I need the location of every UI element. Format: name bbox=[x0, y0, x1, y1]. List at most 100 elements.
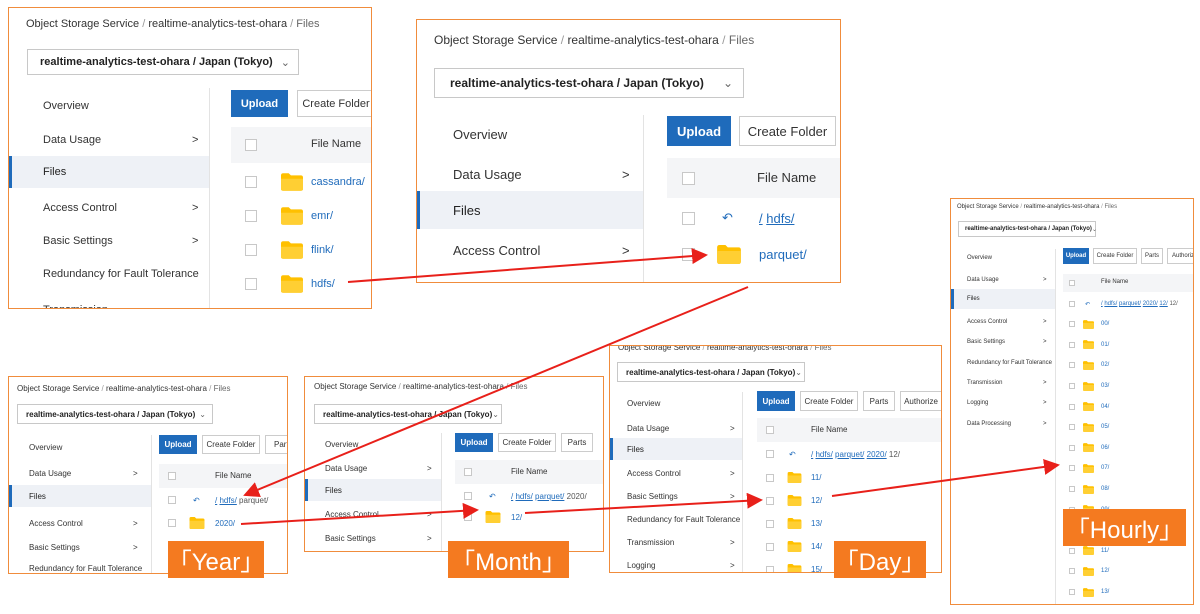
select-all-checkbox[interactable] bbox=[168, 472, 176, 480]
path-segment-link[interactable]: hdfs/ bbox=[219, 496, 236, 505]
region-selector[interactable]: realtime-analytics-test-ohara / Japan (T… bbox=[958, 221, 1097, 237]
folder-link[interactable]: 13/ bbox=[811, 519, 822, 528]
back-icon[interactable]: ↶ bbox=[489, 492, 496, 501]
row-checkbox[interactable] bbox=[1069, 383, 1075, 390]
row-checkbox[interactable] bbox=[682, 247, 695, 261]
upload-button[interactable]: Upload bbox=[1063, 248, 1089, 264]
path-segment-link[interactable]: 2020/ bbox=[867, 450, 887, 459]
sidebar-item-data-processing[interactable]: Data Processing > bbox=[951, 415, 1055, 433]
folder-link[interactable]: hdfs/ bbox=[311, 278, 335, 290]
sidebar-item-basic-settings[interactable]: Basic Settings > bbox=[610, 485, 742, 507]
parts-button[interactable]: Parts bbox=[561, 433, 593, 452]
path-segment-link[interactable]: parquet/ bbox=[1119, 301, 1141, 307]
sidebar-item-files[interactable]: Files bbox=[610, 438, 742, 460]
region-selector[interactable]: realtime-analytics-test-ohara / Japan (T… bbox=[17, 404, 213, 424]
folder-link[interactable]: 13/ bbox=[1101, 589, 1109, 595]
row-checkbox[interactable] bbox=[245, 176, 257, 188]
path-segment-link[interactable]: parquet/ bbox=[535, 492, 564, 501]
row-checkbox[interactable] bbox=[1069, 424, 1075, 431]
sidebar-item-data-usage[interactable]: Data Usage > bbox=[417, 155, 643, 193]
path-segment-link[interactable]: parquet/ bbox=[835, 450, 864, 459]
folder-link[interactable]: 12/ bbox=[511, 513, 522, 522]
row-checkbox[interactable] bbox=[245, 278, 257, 290]
folder-link[interactable]: 01/ bbox=[1101, 342, 1109, 348]
path-segment-link[interactable]: / bbox=[215, 496, 217, 505]
sidebar-item-files[interactable]: Files bbox=[9, 485, 151, 507]
back-icon[interactable]: ↶ bbox=[193, 496, 200, 505]
sidebar-item-transmission[interactable]: Transmission > bbox=[951, 374, 1055, 392]
sidebar-item-overview[interactable]: Overview bbox=[951, 249, 1055, 267]
folder-link[interactable]: 02/ bbox=[1101, 362, 1109, 368]
select-all-checkbox[interactable] bbox=[1069, 280, 1075, 286]
breadcrumb-service[interactable]: Object Storage Service bbox=[17, 384, 99, 393]
path-segment-link[interactable]: / bbox=[511, 492, 513, 501]
sidebar-item-access-control[interactable]: Access Control > bbox=[9, 511, 151, 535]
path-segment-link[interactable]: hdfs/ bbox=[1104, 301, 1117, 307]
row-checkbox[interactable] bbox=[1069, 301, 1075, 307]
back-icon[interactable]: ↶ bbox=[722, 210, 733, 226]
sidebar-item-overview[interactable]: Overview bbox=[9, 88, 209, 124]
row-checkbox[interactable] bbox=[766, 496, 774, 505]
authorize-button[interactable]: Authorize bbox=[1167, 248, 1193, 264]
authorize-button[interactable]: Authorize bbox=[900, 391, 941, 411]
sidebar-item-files[interactable]: Files bbox=[9, 156, 209, 188]
create-folder-button[interactable]: Create Folder bbox=[297, 90, 371, 117]
sidebar-item-files[interactable]: Files bbox=[951, 289, 1055, 309]
sidebar-item-basic-settings[interactable]: Basic Settings > bbox=[305, 527, 441, 549]
folder-link[interactable]: 04/ bbox=[1101, 404, 1109, 410]
upload-button[interactable]: Upload bbox=[757, 391, 795, 411]
sidebar-item-redundancy[interactable]: Redundancy for Fault Tolerance bbox=[951, 354, 1055, 372]
upload-button[interactable]: Upload bbox=[159, 435, 197, 454]
row-checkbox[interactable] bbox=[1069, 362, 1075, 369]
row-checkbox[interactable] bbox=[766, 519, 774, 528]
sidebar-item-data-usage[interactable]: Data Usage > bbox=[610, 417, 742, 439]
row-checkbox[interactable] bbox=[766, 565, 774, 572]
sidebar-item-redundancy[interactable]: Redundancy for Fault Tolerance bbox=[9, 559, 151, 573]
row-checkbox[interactable] bbox=[1069, 568, 1075, 575]
path-segment-link[interactable]: hdfs/ bbox=[815, 450, 832, 459]
folder-link[interactable]: 05/ bbox=[1101, 424, 1109, 430]
path-segment-link[interactable]: 12/ bbox=[1159, 301, 1167, 307]
folder-link[interactable]: 14/ bbox=[811, 542, 822, 551]
row-checkbox[interactable] bbox=[1069, 321, 1075, 328]
row-checkbox[interactable] bbox=[682, 211, 695, 225]
sidebar-item-overview[interactable]: Overview bbox=[610, 392, 742, 414]
breadcrumb-bucket[interactable]: realtime-analytics-test-ohara bbox=[106, 384, 207, 393]
breadcrumb-bucket[interactable]: realtime-analytics-test-ohara bbox=[403, 382, 504, 391]
breadcrumb-bucket[interactable]: realtime-analytics-test-ohara bbox=[1024, 204, 1100, 210]
path-segment-link[interactable]: / bbox=[1101, 301, 1103, 307]
folder-link[interactable]: flink/ bbox=[311, 244, 334, 256]
sidebar-item-redundancy[interactable]: Redundancy for Fault Tolerance bbox=[610, 508, 742, 530]
back-icon[interactable]: ↶ bbox=[1085, 301, 1090, 308]
region-selector[interactable]: realtime-analytics-test-ohara / Japan (T… bbox=[434, 68, 744, 98]
breadcrumb-service[interactable]: Object Storage Service bbox=[957, 204, 1019, 210]
row-checkbox[interactable] bbox=[464, 492, 472, 500]
folder-link[interactable]: parquet/ bbox=[759, 247, 807, 262]
folder-link[interactable]: 12/ bbox=[811, 496, 822, 505]
sidebar-item-basic-settings[interactable]: Basic Settings > bbox=[9, 535, 151, 559]
sidebar-item-data-usage[interactable]: Data Usage > bbox=[9, 461, 151, 485]
sidebar-item-logging[interactable]: Logging > bbox=[951, 394, 1055, 412]
row-checkbox[interactable] bbox=[766, 473, 774, 482]
sidebar-item-redundancy[interactable]: Redundancy for Fault Tolerance bbox=[9, 258, 209, 290]
folder-link[interactable]: emr/ bbox=[311, 210, 333, 222]
breadcrumb-bucket[interactable]: realtime-analytics-test-ohara bbox=[707, 346, 808, 352]
select-all-checkbox[interactable] bbox=[464, 468, 472, 476]
path-segment-link[interactable]: hdfs/ bbox=[766, 211, 794, 226]
breadcrumb-service[interactable]: Object Storage Service bbox=[434, 33, 557, 47]
region-selector[interactable]: realtime-analytics-test-ohara / Japan (T… bbox=[27, 49, 299, 75]
row-checkbox[interactable] bbox=[1069, 341, 1075, 348]
row-checkbox[interactable] bbox=[1069, 547, 1075, 554]
create-folder-button[interactable]: Create Folder bbox=[498, 433, 556, 452]
row-checkbox[interactable] bbox=[245, 210, 257, 222]
sidebar-item-access-control[interactable]: Access Control > bbox=[610, 462, 742, 484]
sidebar-item-transmission[interactable]: Transmission bbox=[9, 294, 209, 308]
back-icon[interactable]: ↶ bbox=[789, 450, 796, 459]
region-selector[interactable]: realtime-analytics-test-ohara / Japan (T… bbox=[617, 362, 805, 382]
sidebar-item-data-usage[interactable]: Data Usage > bbox=[305, 457, 441, 479]
breadcrumb-bucket[interactable]: realtime-analytics-test-ohara bbox=[567, 33, 718, 47]
select-all-checkbox[interactable] bbox=[245, 139, 257, 151]
row-checkbox[interactable] bbox=[464, 513, 472, 521]
row-checkbox[interactable] bbox=[245, 244, 257, 256]
sidebar-item-access-control[interactable]: Access Control > bbox=[305, 503, 441, 525]
